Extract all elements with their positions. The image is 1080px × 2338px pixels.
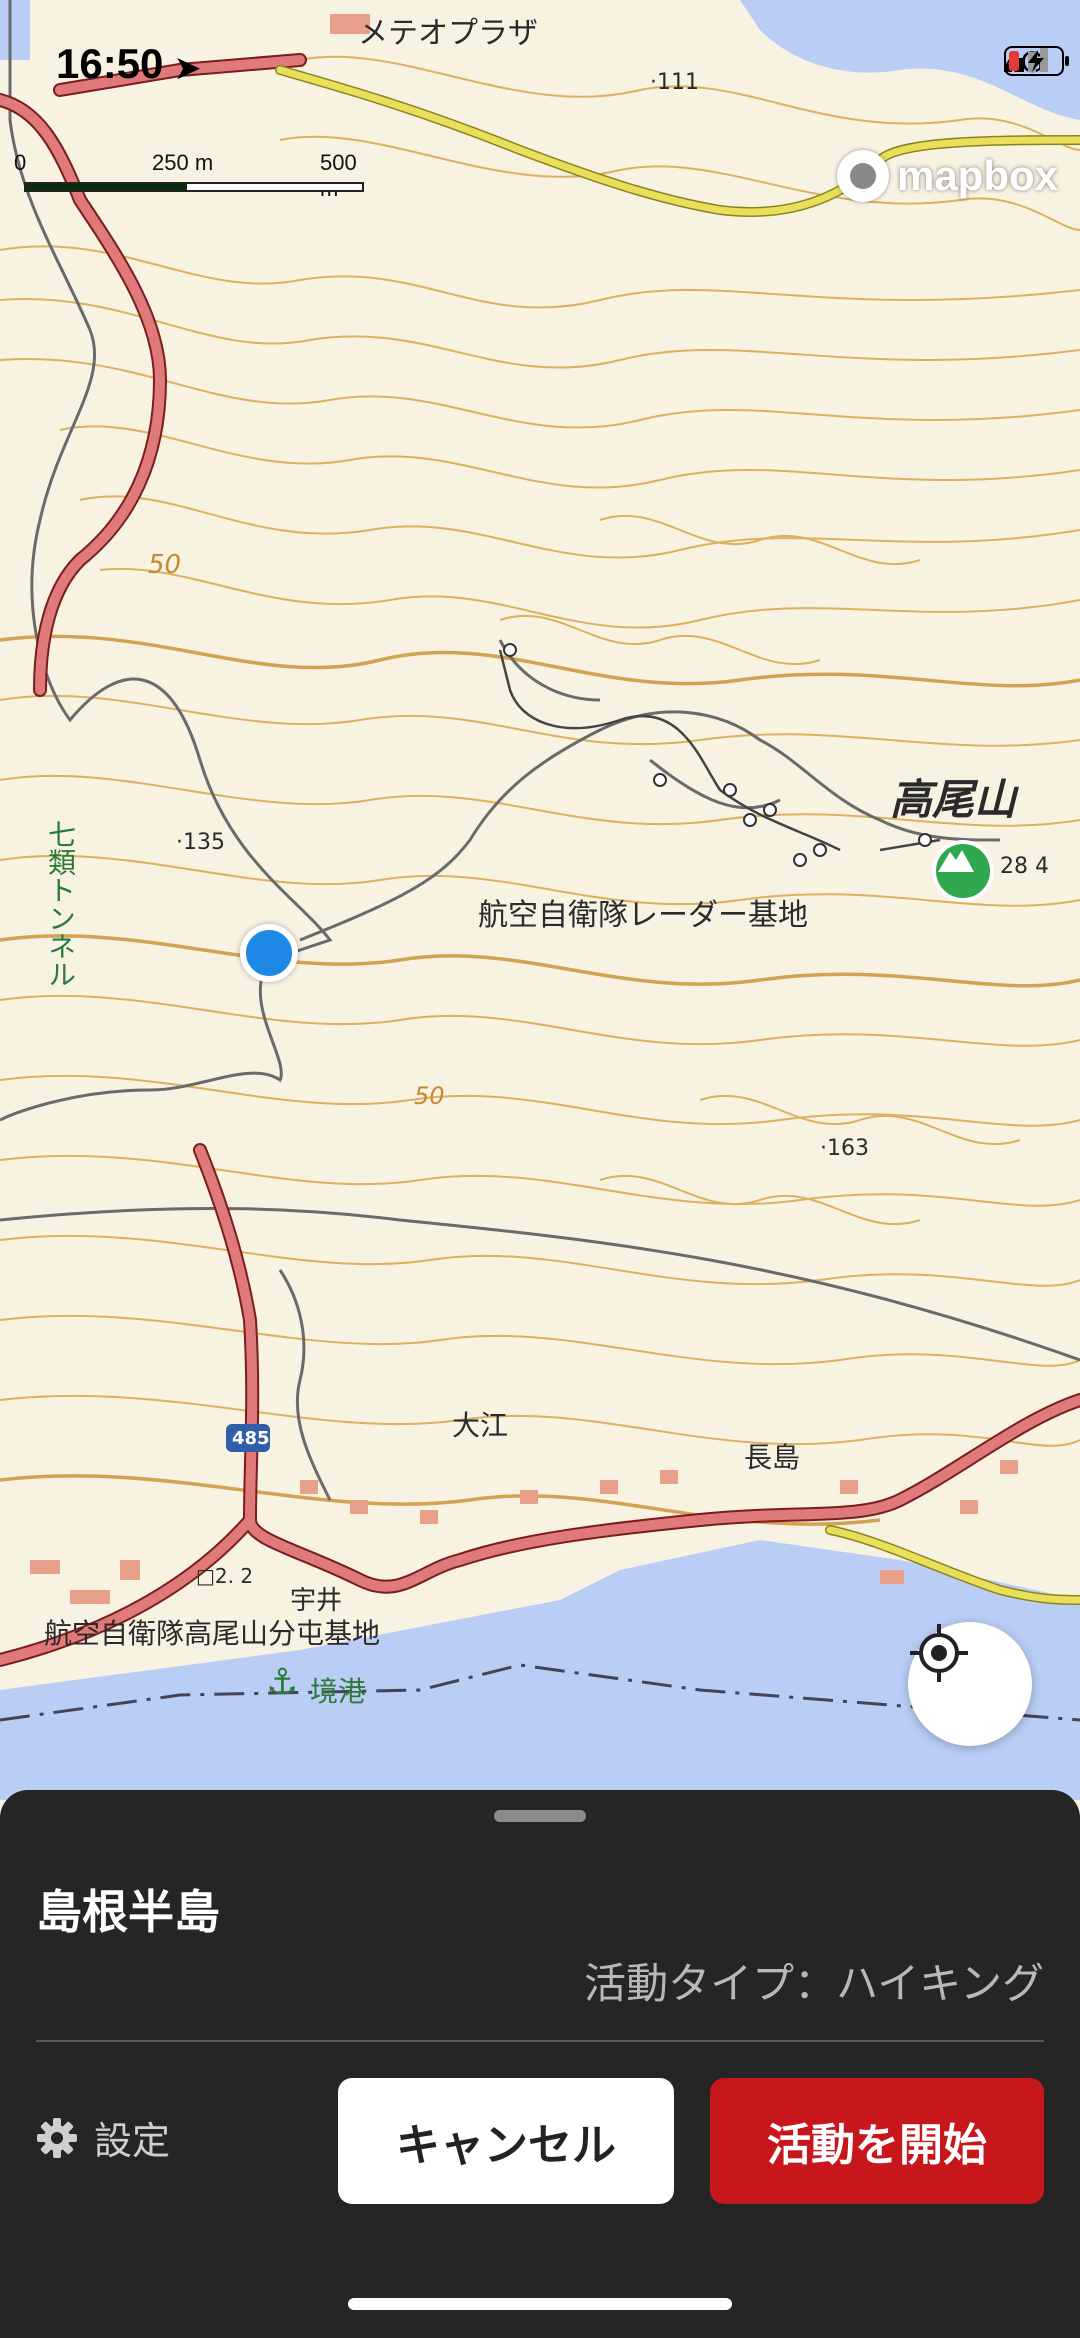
gear-icon: [37, 2117, 77, 2158]
status-time: 16:50 ➤: [56, 40, 200, 88]
anchor-icon: ⚓: [266, 1662, 299, 1703]
activity-bottom-sheet: 島根半島 活動タイプ：ハイキング 設定 キャンセル 活動を開始: [0, 1790, 1080, 2338]
label-radar-base: 航空自衛隊レーダー基地: [478, 898, 808, 933]
settings-button[interactable]: 設定: [36, 2110, 170, 2165]
scale-bar-graphic: [24, 182, 364, 192]
map-scale-bar: 0 250 m 500 m: [14, 150, 374, 201]
label-route-485: 485: [232, 1428, 270, 1449]
settings-label: 設定: [94, 2119, 171, 2163]
label-branch-base: 航空自衛隊高尾山分屯基地: [44, 1617, 381, 1650]
label-contour-50-a: 50: [148, 550, 182, 580]
mapbox-logo: mapbox: [836, 150, 1058, 202]
label-summit-elevation: 28 4: [1000, 854, 1049, 879]
mapbox-logo-icon: [836, 150, 889, 202]
map-view[interactable]: メテオプラザ ·111 50 ·135 七類トンネル 高尾山 28 4 航空自衛…: [0, 0, 1080, 1800]
cancel-button[interactable]: キャンセル: [338, 2078, 674, 2204]
user-location-dot: [240, 924, 298, 982]
scale-label-500: 500 m: [320, 150, 357, 201]
label-elevation-111: ·111: [650, 70, 699, 95]
label-meteo-plaza: メテオプラザ: [358, 16, 538, 51]
place-title: 島根半島: [36, 1885, 220, 1939]
scale-label-0: 0: [14, 150, 27, 175]
sheet-divider: [36, 2040, 1044, 2042]
start-activity-button[interactable]: 活動を開始: [710, 2078, 1044, 2204]
status-time-text: 16:50: [56, 40, 164, 87]
crosshair-icon: [910, 1624, 968, 1682]
label-port: 境港: [310, 1675, 367, 1708]
sheet-drag-handle[interactable]: [494, 1810, 586, 1822]
label-oe: 大江: [452, 1409, 509, 1442]
label-mountain: 高尾山: [890, 775, 1017, 824]
battery-charging-icon: [1003, 46, 1069, 76]
label-tunnel: 七類トンネル: [44, 820, 77, 988]
status-indicators: 4G: [1003, 46, 1069, 80]
label-elevation-163: ·163: [820, 1136, 869, 1161]
activity-type-label[interactable]: 活動タイプ：ハイキング: [584, 1950, 1044, 2011]
mountain-peak-icon[interactable]: [932, 840, 994, 902]
label-elevation-2-2: □2. 2: [196, 1564, 254, 1588]
label-nagashima: 長島: [744, 1441, 801, 1474]
home-indicator[interactable]: [348, 2298, 732, 2310]
scale-label-250: 250 m: [152, 150, 214, 175]
location-arrow-icon: ➤: [175, 52, 201, 85]
mapbox-attribution: mapbox: [896, 152, 1058, 199]
label-contour-50-b: 50: [414, 1082, 445, 1110]
label-elevation-135: ·135: [176, 830, 225, 855]
locate-me-button[interactable]: [908, 1622, 1032, 1746]
